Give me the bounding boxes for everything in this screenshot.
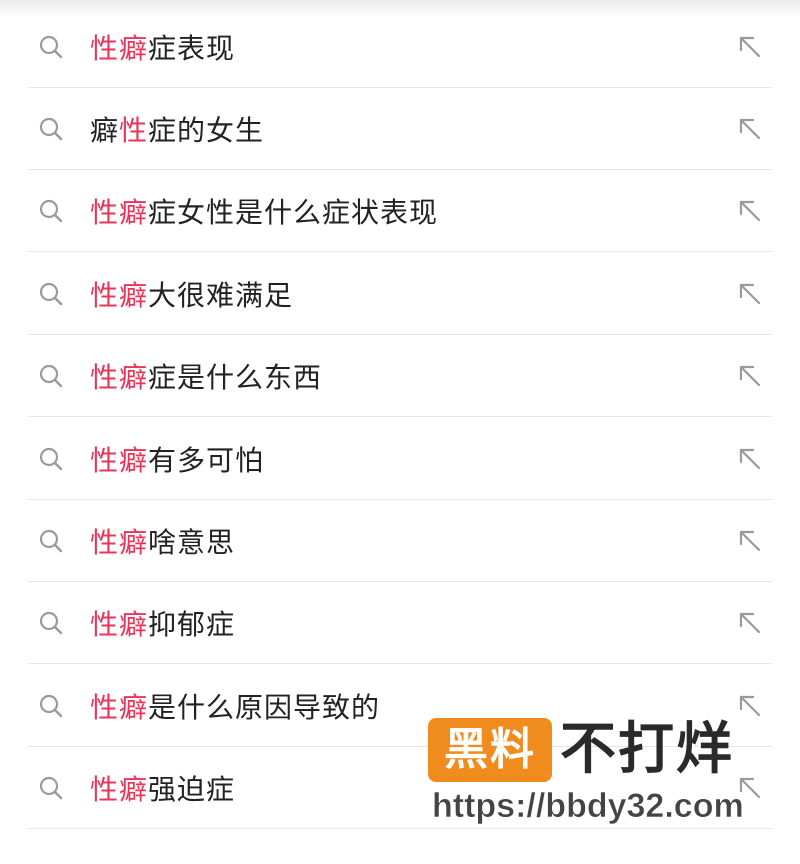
suggestion-text: 性癖症女性是什么症状表现 bbox=[90, 195, 439, 229]
search-icon bbox=[39, 611, 63, 634]
search-icon bbox=[39, 199, 63, 222]
fill-query-arrow-icon[interactable] bbox=[736, 445, 764, 473]
query-highlight: 性癖 bbox=[90, 195, 149, 229]
suggestion-text: 性癖大很难满足 bbox=[90, 278, 294, 312]
suggestion-item[interactable]: 性癖有多可怕 bbox=[28, 418, 772, 500]
search-icon bbox=[39, 35, 63, 58]
query-highlight: 性癖 bbox=[90, 525, 149, 559]
query-highlight: 性癖 bbox=[90, 278, 149, 312]
query-highlight: 性癖 bbox=[90, 31, 149, 65]
watermark-url: https://bbdy32.com bbox=[432, 787, 744, 826]
search-icon bbox=[39, 117, 63, 140]
suggestion-text: 性癖有多可怕 bbox=[90, 443, 265, 477]
search-icon bbox=[39, 364, 63, 387]
fill-query-arrow-icon[interactable] bbox=[736, 197, 764, 225]
suggestion-item[interactable]: 性癖症是什么东西 bbox=[28, 335, 772, 417]
suggestion-text: 性癖症是什么东西 bbox=[90, 360, 323, 394]
query-highlight: 性癖 bbox=[90, 690, 149, 724]
suggestion-item[interactable]: 癖性症的女生 bbox=[28, 88, 772, 170]
search-icon bbox=[39, 282, 63, 305]
suggestion-item[interactable]: 性癖啥意思 bbox=[28, 500, 772, 582]
suggestion-text: 性癖抑郁症 bbox=[90, 607, 236, 641]
fill-query-arrow-icon[interactable] bbox=[736, 527, 764, 555]
search-icon bbox=[39, 694, 63, 717]
fill-query-arrow-icon[interactable] bbox=[736, 609, 764, 637]
suggestion-text: 性癖啥意思 bbox=[90, 525, 236, 559]
watermark-badge: 黑料 bbox=[428, 718, 552, 782]
watermark-title: 不打烊 bbox=[560, 717, 734, 782]
suggestion-text: 癖性症的女生 bbox=[90, 113, 265, 147]
suggestion-item[interactable]: 性癖大很难满足 bbox=[28, 253, 772, 335]
fill-query-arrow-icon[interactable] bbox=[736, 115, 764, 143]
suggestion-item[interactable]: 性癖症表现 bbox=[28, 6, 772, 88]
query-highlight: 性癖 bbox=[90, 443, 149, 477]
query-highlight: 性癖 bbox=[90, 607, 149, 641]
query-highlight: 性癖 bbox=[90, 772, 149, 806]
fill-query-arrow-icon[interactable] bbox=[736, 33, 764, 61]
suggestion-item[interactable]: 性癖症女性是什么症状表现 bbox=[28, 170, 772, 252]
watermark: 黑料 不打烊 https://bbdy32.com bbox=[428, 714, 778, 834]
suggestion-text: 性癖症表现 bbox=[90, 31, 236, 65]
fill-query-arrow-icon[interactable] bbox=[736, 280, 764, 308]
suggestion-text: 性癖强迫症 bbox=[90, 772, 236, 806]
search-icon bbox=[39, 529, 63, 552]
query-highlight: 性癖 bbox=[90, 360, 149, 394]
query-highlight: 性 bbox=[119, 113, 149, 147]
fill-query-arrow-icon[interactable] bbox=[736, 362, 764, 390]
suggestion-text: 性癖是什么原因导致的 bbox=[90, 690, 381, 724]
search-icon bbox=[39, 776, 63, 799]
suggestion-item[interactable]: 性癖抑郁症 bbox=[28, 582, 772, 664]
search-icon bbox=[39, 447, 63, 470]
